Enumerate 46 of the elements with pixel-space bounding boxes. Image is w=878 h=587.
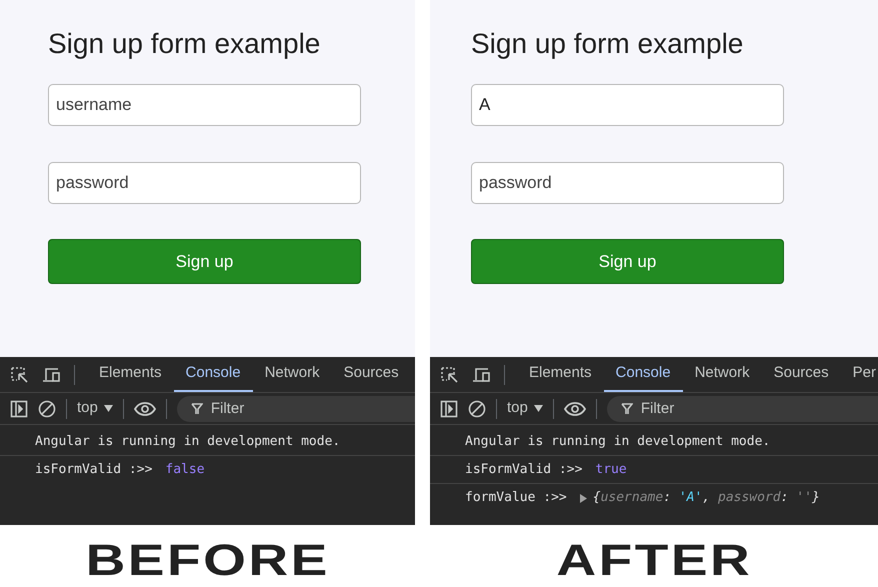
context-dropdown[interactable]: top — [77, 397, 113, 420]
log-value: false — [165, 461, 205, 480]
inspect-icon[interactable] — [440, 366, 460, 384]
filter-field[interactable]: Filter — [176, 396, 415, 422]
log-label: isFormValid :>> — [35, 461, 152, 480]
log-message: Angular is running in development mode. — [35, 432, 340, 451]
devtools-tab[interactable]: Console — [174, 357, 253, 392]
password-field[interactable]: password — [48, 162, 361, 204]
filter-field[interactable]: Filter — [606, 396, 878, 422]
sign-up-button[interactable]: Sign up — [48, 239, 361, 284]
devtools-tab[interactable]: Network — [252, 357, 332, 392]
form-title: Sign up form example — [48, 27, 320, 61]
devtools-tab[interactable]: Sources — [332, 357, 411, 392]
sidebar-icon[interactable] — [440, 400, 458, 418]
devtools-tab[interactable]: Network — [682, 357, 762, 392]
caption: AFTER — [556, 539, 752, 583]
log-message: Angular is running in development mode. — [465, 432, 770, 451]
device-toolbar-icon[interactable] — [42, 366, 62, 384]
filter-icon — [620, 402, 633, 414]
devtools-tab[interactable]: Elements — [87, 357, 174, 392]
eye-icon[interactable] — [564, 400, 586, 416]
log-label: isFormValid :>> — [465, 460, 582, 479]
caret-icon — [104, 405, 113, 412]
context-dropdown[interactable]: top — [507, 397, 543, 420]
sign-up-button[interactable]: Sign up — [471, 239, 784, 284]
caption: BEFORE — [85, 539, 330, 583]
password-field[interactable]: password — [471, 162, 784, 204]
log-label: formValue :>> — [465, 489, 567, 508]
clear-console-icon[interactable] — [38, 400, 56, 418]
caret-icon — [534, 405, 543, 412]
inspect-icon[interactable] — [10, 366, 30, 384]
devtools-tab[interactable]: Per — [840, 357, 878, 392]
expand-triangle-icon[interactable] — [580, 494, 587, 502]
username-field[interactable]: A — [471, 84, 784, 126]
devtools-tab[interactable]: Elements — [517, 357, 604, 392]
device-toolbar-icon[interactable] — [472, 366, 492, 384]
object-preview[interactable]: {username: 'A', password: ''} — [592, 488, 820, 508]
clear-console-icon[interactable] — [468, 400, 486, 418]
devtools-tab[interactable]: Sources — [762, 357, 841, 392]
filter-icon — [190, 402, 203, 414]
log-value: true — [595, 460, 627, 479]
username-field[interactable]: username — [48, 84, 361, 126]
sidebar-icon[interactable] — [10, 400, 28, 418]
form-title: Sign up form example — [471, 27, 744, 61]
eye-icon[interactable] — [134, 400, 156, 416]
devtools-tab[interactable]: Console — [604, 357, 683, 392]
